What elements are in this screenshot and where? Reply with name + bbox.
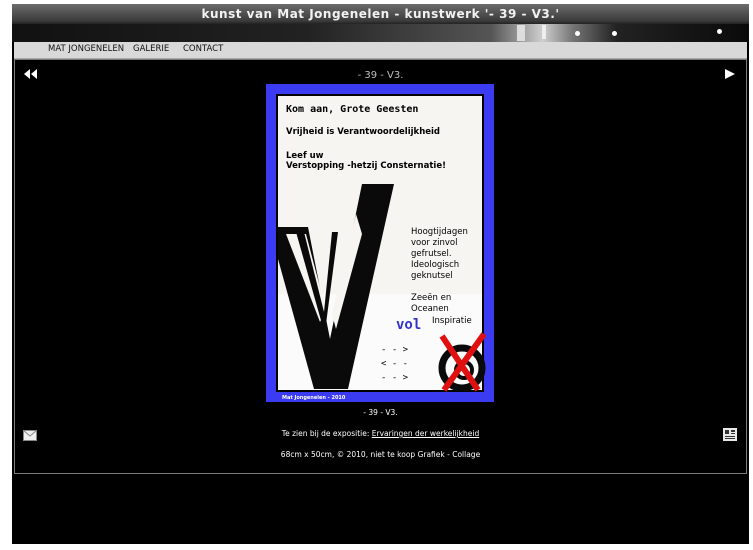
artwork-line-1: Kom aan, Grote Geesten: [286, 104, 418, 115]
header-banner: kunst van Mat Jongenelen - kunstwerk '- …: [12, 4, 749, 42]
nav-item-contact[interactable]: CONTACT: [183, 44, 223, 54]
artwork-signature: Mat Jongenelen - 2010: [282, 395, 346, 401]
artwork-caption: - 39 - V3.: [363, 408, 398, 417]
exposition-line: Te zien bij de expositie: Ervaringen der…: [15, 429, 746, 438]
artwork-side-5: geknutsel: [411, 271, 453, 281]
artwork-arrow-3: - - >: [381, 373, 409, 383]
banner-bar: [542, 25, 546, 39]
page: kunst van Mat Jongenelen - kunstwerk '- …: [12, 4, 749, 544]
exposition-link[interactable]: Ervaringen der werkelijkheid: [372, 429, 479, 438]
artwork-vol: vol: [396, 317, 421, 333]
artwork-side-1: Hoogtijdagen: [411, 227, 468, 237]
artwork-side-6: Zeeën en: [411, 293, 451, 303]
nav-item-mat-jongenelen[interactable]: MAT JONGENELEN: [48, 44, 124, 54]
artwork-side-3: gefrutsel.: [411, 249, 452, 259]
artwork-title: - 39 - V3.: [357, 70, 404, 81]
banner-image-strip: [12, 24, 749, 42]
artwork-side-8: Inspiratie: [432, 316, 472, 326]
exposition-prefix: Te zien bij de expositie:: [281, 429, 372, 438]
artwork-image[interactable]: Kom aan, Grote Geesten Vrijheid is Veran…: [266, 84, 494, 402]
artwork-svg: Kom aan, Grote Geesten Vrijheid is Veran…: [266, 84, 494, 402]
site-title: kunst van Mat Jongenelen - kunstwerk '- …: [201, 7, 560, 21]
banner-bar: [517, 25, 525, 41]
artwork-viewer: - 39 - V3. Kom aan, Grote Geesten Vrijhe…: [14, 59, 747, 474]
nav-item-galerie[interactable]: GALERIE: [133, 44, 169, 54]
artwork-side-7: Oceanen: [411, 304, 449, 314]
banner-dot: [717, 29, 722, 34]
main-nav: MAT JONGENELEN GALERIE CONTACT: [14, 42, 747, 59]
banner-dot: [612, 31, 617, 36]
artwork-side-2: voor zinvol: [411, 238, 457, 248]
artwork-arrow-1: - - >: [381, 345, 409, 355]
banner-dot: [575, 31, 580, 36]
artwork-side-4: Ideologisch: [411, 260, 459, 270]
artwork-line-2: Vrijheid is Verantwoordelijkheid: [286, 127, 440, 137]
artwork-line-3a: Leef uw: [286, 151, 324, 161]
artwork-arrow-2: < - -: [381, 359, 408, 369]
artwork-specs: 68cm x 50cm, © 2010, niet te koop Grafie…: [280, 450, 481, 459]
artwork-line-3b: Verstopping -hetzij Consternatie!: [286, 161, 446, 171]
